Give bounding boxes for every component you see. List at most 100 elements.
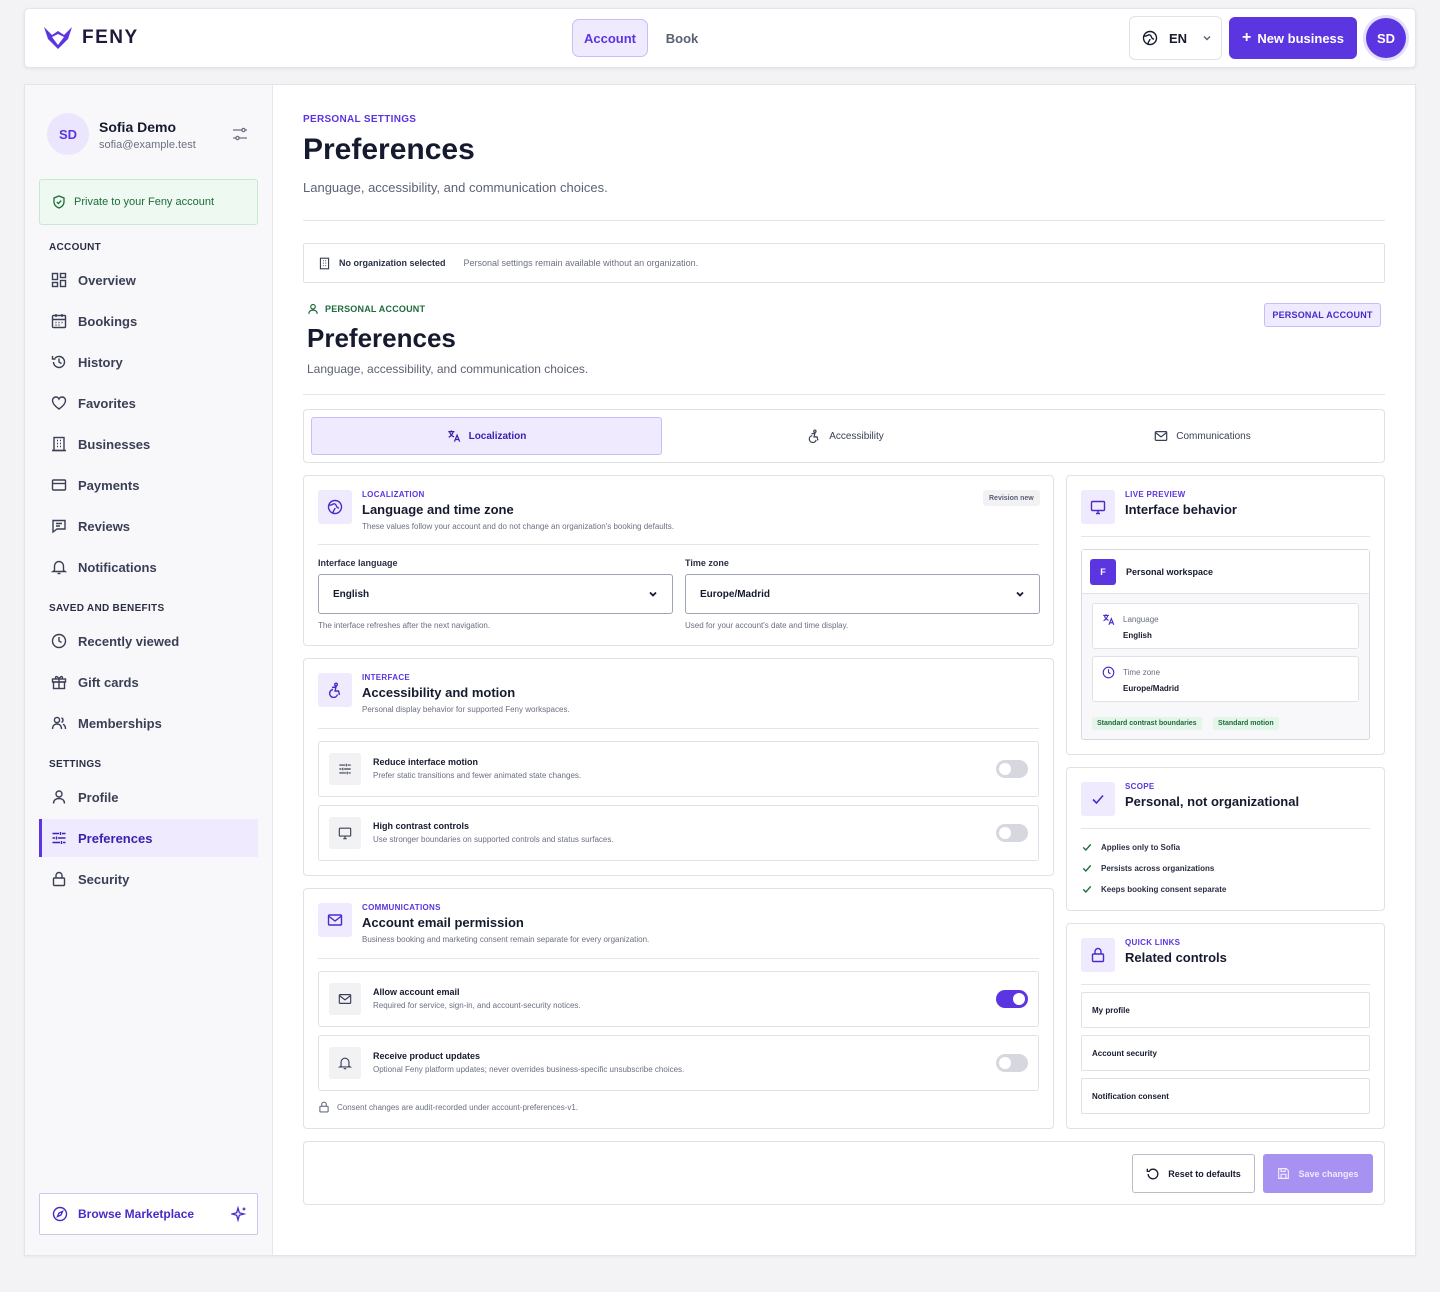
sidebar-item-label: Bookings [78, 313, 138, 329]
live-preview-card: LIVE PREVIEW Interface behavior F Person… [1066, 475, 1385, 755]
sidebar-item-overview[interactable]: Overview [39, 261, 258, 299]
sidebar-item-businesses[interactable]: Businesses [39, 425, 258, 463]
chevron-down-icon [1016, 591, 1024, 597]
heart-icon [51, 396, 67, 410]
preview-timezone-label: Time zone [1123, 668, 1161, 677]
timezone-select[interactable]: Europe/Madrid [685, 574, 1040, 614]
browse-marketplace-button[interactable]: Browse Marketplace [39, 1193, 258, 1235]
card-subtitle: Business booking and marketing consent r… [362, 935, 650, 944]
link-notification-consent[interactable]: Notification consent [1081, 1078, 1370, 1114]
translate-icon [1103, 614, 1115, 625]
bell-icon-box [329, 1047, 361, 1079]
scope-item-text: Persists across organizations [1101, 863, 1215, 873]
sidebar-item-payments[interactable]: Payments [39, 466, 258, 504]
localization-card: LOCALIZATION Language and time zone Thes… [303, 475, 1054, 646]
nav-tab-book[interactable]: Book [652, 19, 712, 57]
account-settings-button[interactable] [231, 125, 249, 143]
sidebar-item-memberships[interactable]: Memberships [39, 704, 258, 742]
lock-icon [319, 1101, 329, 1113]
sidebar-item-recently-viewed[interactable]: Recently viewed [39, 622, 258, 660]
timezone-hint: Used for your account's date and time di… [685, 621, 849, 630]
sidebar-item-label: Gift cards [78, 674, 139, 690]
link-my-profile[interactable]: My profile [1081, 992, 1370, 1028]
nav-tab-account[interactable]: Account [572, 19, 648, 57]
language-select[interactable]: English [318, 574, 673, 614]
monitor-icon [338, 827, 352, 840]
personal-account-badge: PERSONAL ACCOUNT [1264, 303, 1381, 327]
communications-card: COMMUNICATIONS Account email permission … [303, 888, 1054, 1129]
high-contrast-toggle[interactable] [996, 824, 1028, 842]
sidebar-item-label: Businesses [78, 436, 151, 452]
globe-icon-box [318, 490, 352, 524]
reset-label: Reset to defaults [1168, 1168, 1241, 1179]
workspace-header: F Personal workspace [1082, 550, 1369, 594]
workspace-logo: F [1090, 558, 1116, 585]
user-avatar-button[interactable]: SD [1366, 18, 1406, 58]
mail-icon-box [318, 903, 352, 937]
reset-defaults-button[interactable]: Reset to defaults [1132, 1154, 1255, 1193]
sidebar-item-label: Payments [78, 477, 140, 493]
sidebar-item-profile[interactable]: Profile [39, 778, 258, 816]
sidebar-item-reviews[interactable]: Reviews [39, 507, 258, 545]
sidebar: SD Sofia Demo sofia@example.test Private… [25, 85, 273, 1255]
tab-localization[interactable]: Localization [311, 417, 662, 455]
globe-icon [327, 499, 343, 515]
sidebar-item-favorites[interactable]: Favorites [39, 384, 258, 422]
save-changes-button[interactable]: Save changes [1263, 1154, 1373, 1193]
tab-accessibility[interactable]: Accessibility [670, 417, 1021, 455]
clock-icon [1102, 666, 1115, 679]
section-settings: SETTINGS [49, 759, 102, 770]
preferences-tabs: Localization Accessibility Communication… [303, 409, 1385, 463]
toggle-subtitle: Use stronger boundaries on supported con… [373, 835, 614, 844]
accessibility-icon-box [318, 673, 352, 707]
scope-item-text: Keeps booking consent separate [1101, 884, 1227, 894]
sidebar-item-preferences[interactable]: Preferences [39, 819, 258, 857]
sidebar-item-label: Reviews [78, 518, 131, 534]
sidebar-item-security[interactable]: Security [39, 860, 258, 898]
tab-communications[interactable]: Communications [1027, 417, 1378, 455]
new-business-button[interactable]: + New business [1229, 17, 1357, 59]
product-updates-toggle[interactable] [996, 1054, 1028, 1072]
divider [318, 728, 1039, 729]
timezone-select-value: Europe/Madrid [700, 588, 771, 600]
mail-icon [338, 994, 352, 1004]
brand-name: FENY [82, 27, 139, 48]
section-saved: SAVED AND BENEFITS [49, 603, 165, 614]
globe-icon [1142, 30, 1158, 46]
check-icon [1082, 864, 1092, 872]
bell-icon [338, 1057, 352, 1070]
brand-logo[interactable]: FENY [42, 25, 139, 51]
page-title: Preferences [303, 133, 475, 166]
account-email-toggle[interactable] [996, 990, 1028, 1008]
link-account-security[interactable]: Account security [1081, 1035, 1370, 1071]
sidebar-item-history[interactable]: History [39, 343, 258, 381]
sidebar-item-notifications[interactable]: Notifications [39, 548, 258, 586]
revision-badge: Revision new [983, 490, 1040, 506]
card-kicker: SCOPE [1125, 782, 1155, 791]
calendar-icon [51, 314, 67, 329]
preview-timezone-value: Europe/Madrid [1123, 684, 1180, 693]
preview-language-value: English [1123, 631, 1152, 640]
sidebar-item-gift-cards[interactable]: Gift cards [39, 663, 258, 701]
sidebar-item-label: Preferences [78, 830, 153, 846]
motion-pill: Standard motion [1213, 717, 1279, 730]
language-selector[interactable]: EN [1129, 16, 1222, 60]
card-subtitle: These values follow your account and do … [362, 522, 674, 531]
reduce-motion-toggle[interactable] [996, 760, 1028, 778]
sidebar-item-bookings[interactable]: Bookings [39, 302, 258, 340]
tab-label: Accessibility [829, 430, 884, 442]
card-kicker: LIVE PREVIEW [1125, 490, 1186, 499]
monitor-icon-box [1081, 490, 1115, 524]
top-bar: FENY Account Book EN + New business SD [24, 8, 1416, 68]
sidebar-item-label: Favorites [78, 395, 136, 411]
section-title: Preferences [307, 323, 456, 353]
divider [1081, 828, 1370, 829]
toggle-subtitle: Prefer static transitions and fewer anim… [373, 771, 582, 780]
workspace-preview: F Personal workspace Language English Ti… [1081, 549, 1370, 740]
message-icon [52, 519, 66, 534]
preview-timezone: Time zone Europe/Madrid [1092, 656, 1359, 702]
organization-status: No organization selected [339, 258, 446, 268]
privacy-note: Private to your Feny account [39, 179, 258, 225]
mail-icon [327, 914, 343, 926]
page-subtitle: Language, accessibility, and communicati… [303, 180, 608, 195]
